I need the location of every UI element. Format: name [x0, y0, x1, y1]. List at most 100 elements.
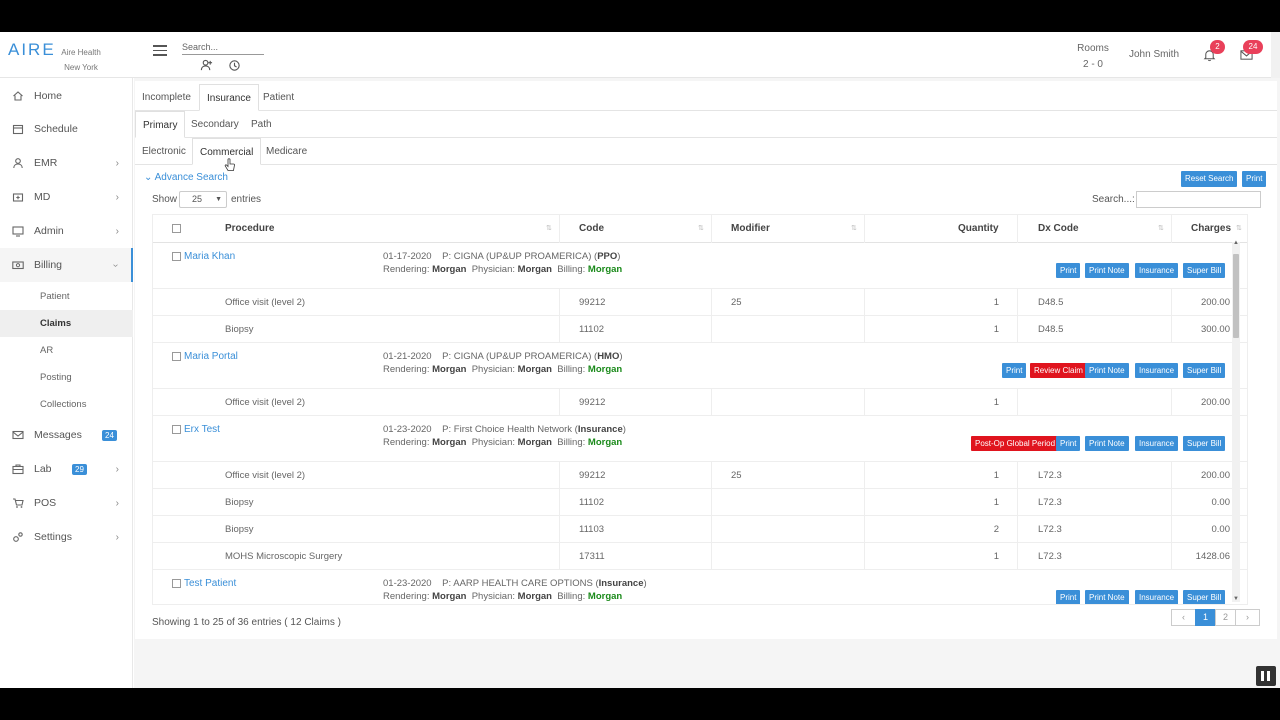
header-charges[interactable]: Charges [1191, 215, 1231, 243]
reset-search-button[interactable]: Reset Search [1181, 171, 1238, 187]
print-note-button[interactable]: Print Note [1085, 590, 1129, 604]
post-op-global-period-button[interactable]: Post-Op Global Period [971, 436, 1060, 451]
chevron-left-icon: ‹ [1182, 612, 1185, 622]
table-search-input[interactable] [1136, 191, 1261, 208]
scroll-down-icon[interactable]: ▼ [1233, 596, 1239, 602]
table-scrollbar[interactable]: ▲ ▼ [1232, 240, 1240, 602]
print-button[interactable]: Print [1002, 363, 1027, 378]
claim-checkbox[interactable] [172, 425, 181, 434]
header-dx-code[interactable]: Dx Code [1038, 215, 1079, 243]
next-page-button[interactable]: › [1235, 609, 1260, 626]
insurance-button[interactable]: Insurance [1135, 263, 1179, 278]
print-note-button[interactable]: Print Note [1085, 436, 1129, 451]
rooms-indicator[interactable]: Rooms 2 - 0 [1070, 41, 1116, 73]
table-row[interactable]: MOHS Microscopic Surgery 17311 1 L72.3 1… [153, 543, 1247, 570]
super-bill-button[interactable]: Super Bill [1183, 436, 1226, 451]
header-code[interactable]: Code [579, 215, 604, 243]
subitem-label: Patient [40, 291, 70, 302]
tab-incomplete[interactable]: Incomplete [135, 84, 198, 111]
sidebar-item-schedule[interactable]: Schedule [0, 112, 133, 146]
sidebar-item-emr[interactable]: EMR › [0, 146, 133, 180]
window-scrollbar[interactable] [1271, 32, 1280, 78]
pause-icon[interactable] [1256, 666, 1276, 686]
patient-link[interactable]: Maria Khan [184, 251, 235, 262]
hand-cursor-icon [224, 158, 235, 171]
super-bill-button[interactable]: Super Bill [1183, 363, 1226, 378]
advance-search-toggle[interactable]: ⌄ Advance Search [144, 172, 228, 183]
sidebar-subitem-patient[interactable]: Patient [0, 283, 133, 310]
billing-provider: Morgan [587, 364, 623, 375]
page-1-button[interactable]: 1 [1195, 609, 1216, 626]
cell-charges: 0.00 [1211, 497, 1231, 508]
sidebar-item-admin[interactable]: Admin › [0, 214, 133, 248]
tab-primary[interactable]: Primary [135, 111, 186, 138]
print-all-button[interactable]: Print [1242, 171, 1267, 187]
add-user-icon[interactable] [200, 59, 213, 72]
print-button[interactable]: Print [1056, 263, 1081, 278]
sidebar-item-home[interactable]: Home [0, 79, 133, 113]
patient-link[interactable]: Erx Test [184, 424, 220, 435]
tab-insurance[interactable]: Insurance [199, 84, 259, 111]
sidebar-item-lab[interactable]: Lab 29 › [0, 452, 133, 486]
insurance-button[interactable]: Insurance [1135, 436, 1179, 451]
sort-icon: ⇅ [1236, 225, 1242, 232]
patient-link[interactable]: Test Patient [184, 578, 236, 589]
claim-checkbox[interactable] [172, 579, 181, 588]
clock-icon[interactable] [228, 59, 241, 72]
select-all-checkbox[interactable] [172, 224, 181, 233]
sidebar-item-billing[interactable]: Billing › [0, 248, 133, 282]
global-search-input[interactable]: Search... [182, 42, 264, 55]
sidebar-subitem-ar[interactable]: AR [0, 337, 133, 364]
claim-info: 01-17-2020 P: CIGNA (UP&UP PROAMERICA) (… [383, 251, 623, 275]
sidebar-item-messages[interactable]: Messages 24 [0, 418, 133, 452]
super-bill-button[interactable]: Super Bill [1183, 590, 1226, 604]
prev-page-button[interactable]: ‹ [1171, 609, 1196, 626]
sidebar-item-pos[interactable]: POS › [0, 486, 133, 520]
menu-icon[interactable] [153, 45, 167, 56]
scroll-up-icon[interactable]: ▲ [1233, 240, 1239, 246]
user-name[interactable]: John Smith [1129, 49, 1179, 60]
header-procedure[interactable]: Procedure [225, 215, 274, 243]
insurance-button[interactable]: Insurance [1135, 363, 1179, 378]
tab-electronic[interactable]: Electronic [135, 138, 193, 165]
claim-checkbox[interactable] [172, 352, 181, 361]
sidebar-item-md[interactable]: MD › [0, 180, 133, 214]
review-claim-button[interactable]: Review Claim [1030, 363, 1087, 378]
insurance-button[interactable]: Insurance [1135, 590, 1179, 604]
print-note-button[interactable]: Print Note [1085, 263, 1129, 278]
tab-patient[interactable]: Patient [256, 84, 301, 111]
cell-quantity: 1 [993, 551, 999, 562]
page-size-select[interactable]: 25 ▼ [179, 191, 227, 208]
sidebar-subitem-posting[interactable]: Posting [0, 364, 133, 391]
cell-procedure: Office visit (level 2) [225, 470, 306, 481]
cell-dx: L72.3 [1038, 551, 1062, 562]
tab-medicare[interactable]: Medicare [259, 138, 314, 165]
table-row[interactable]: Office visit (level 2) 99212 25 1 D48.5 … [153, 289, 1247, 316]
sort-icon: ⇅ [851, 225, 857, 232]
table-row[interactable]: Office visit (level 2) 99212 1 200.00 [153, 389, 1247, 416]
page-2-button[interactable]: 2 [1215, 609, 1236, 626]
cell-quantity: 1 [993, 297, 999, 308]
claim-checkbox[interactable] [172, 252, 181, 261]
super-bill-button[interactable]: Super Bill [1183, 263, 1226, 278]
tab-path[interactable]: Path [244, 111, 279, 138]
header-quantity[interactable]: Quantity [958, 215, 999, 243]
table-row[interactable]: Biopsy 11103 2 L72.3 0.00 [153, 516, 1247, 543]
tab-secondary[interactable]: Secondary [184, 111, 246, 138]
sidebar-subitem-collections[interactable]: Collections [0, 391, 133, 418]
print-note-button[interactable]: Print Note [1085, 363, 1129, 378]
header-modifier[interactable]: Modifier [731, 215, 770, 243]
patient-link[interactable]: Maria Portal [184, 351, 238, 362]
cell-charges: 200.00 [1200, 297, 1230, 308]
sidebar-item-settings[interactable]: Settings › [0, 520, 133, 554]
chevron-right-icon: › [115, 157, 119, 169]
table-row[interactable]: Biopsy 11102 1 L72.3 0.00 [153, 489, 1247, 516]
envelope-icon [12, 430, 24, 440]
sidebar-subitem-claims[interactable]: Claims [0, 310, 133, 337]
scroll-thumb[interactable] [1233, 254, 1239, 338]
table-row[interactable]: Biopsy 11102 1 D48.5 300.00 [153, 316, 1247, 343]
table-row[interactable]: Office visit (level 2) 99212 25 1 L72.3 … [153, 462, 1247, 489]
print-button[interactable]: Print [1056, 436, 1081, 451]
print-button[interactable]: Print [1056, 590, 1081, 604]
plan-type: PPO [597, 251, 618, 262]
